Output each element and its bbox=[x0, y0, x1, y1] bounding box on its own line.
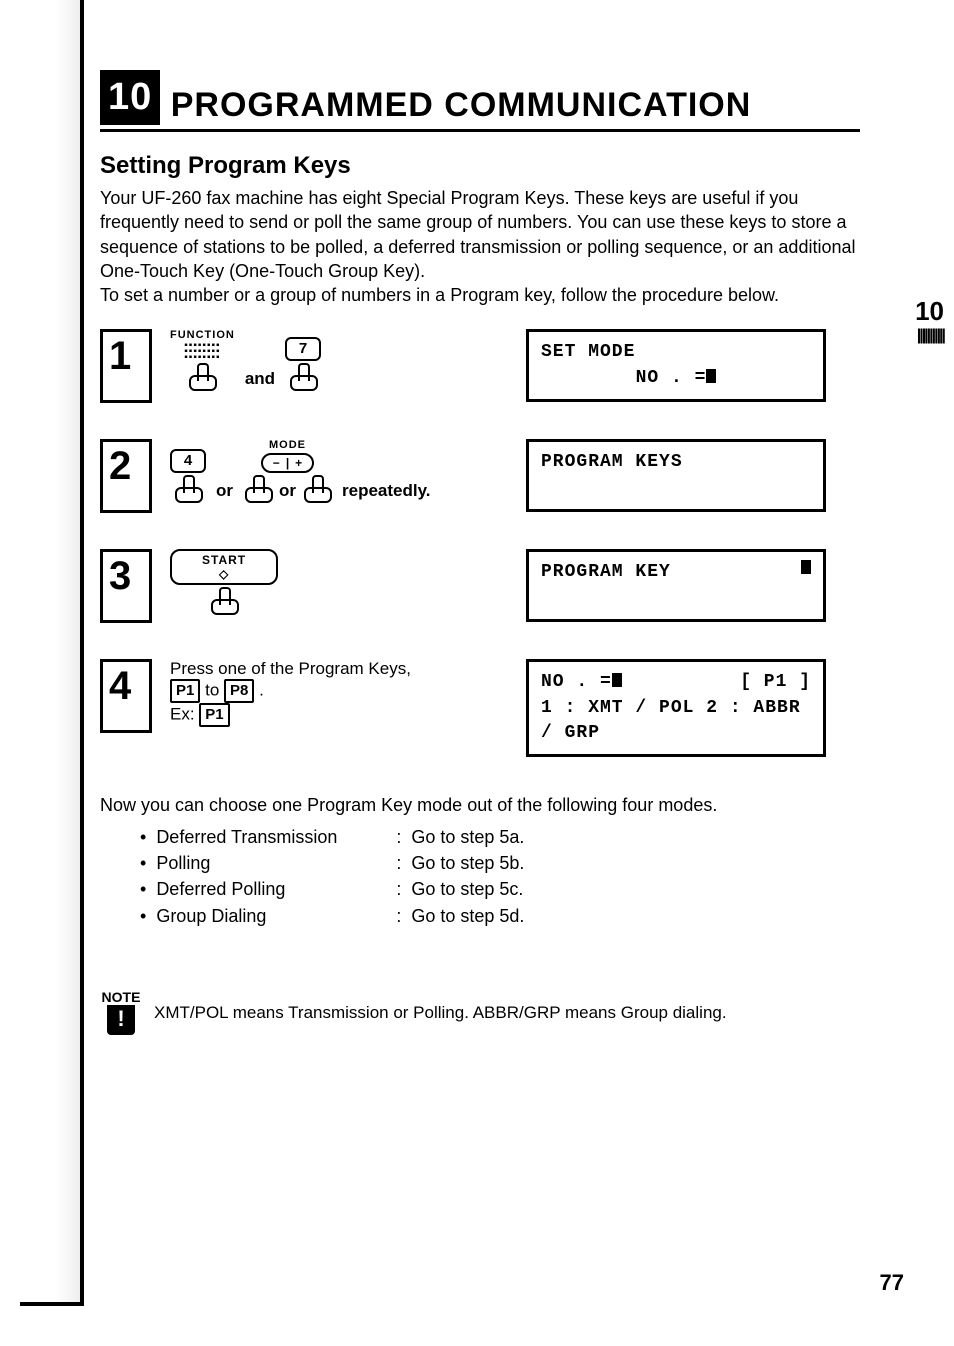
display-line1: PROGRAM KEY bbox=[541, 560, 671, 585]
to-label: to bbox=[205, 681, 219, 700]
press-hand-icon bbox=[209, 587, 239, 613]
side-tab-bars: ||||||||||| bbox=[915, 327, 944, 345]
mode-name: Deferred Polling bbox=[156, 876, 386, 902]
keypad-icon: ▪▪▪▪▪▪▪▪▪▪▪▪▪▪▪▪▪▪▪▪▪▪▪▪ bbox=[184, 343, 220, 361]
chapter-header: 10 PROGRAMMED COMMUNICATION bbox=[100, 70, 914, 132]
note-label: NOTE bbox=[102, 989, 141, 1005]
or-label: or bbox=[216, 481, 233, 501]
cursor-icon bbox=[801, 560, 811, 574]
display-line2: 1 : XMT / POL 2 : ABBR / GRP bbox=[541, 696, 811, 746]
note-block: NOTE ! XMT/POL means Transmission or Pol… bbox=[100, 989, 914, 1035]
chapter-number-badge: 10 bbox=[100, 70, 160, 125]
repeatedly-label: repeatedly. bbox=[342, 481, 431, 501]
mode-goto: Go to step 5c. bbox=[411, 876, 523, 902]
mode-goto: Go to step 5b. bbox=[411, 850, 524, 876]
mode-list: • Deferred Transmission : Go to step 5a.… bbox=[140, 824, 914, 928]
press-hand-icon bbox=[187, 363, 217, 389]
press-hand-icon bbox=[243, 475, 273, 501]
mode-rocker-key: −|+ bbox=[261, 453, 314, 473]
step-1: 1 FUNCTION ▪▪▪▪▪▪▪▪▪▪▪▪▪▪▪▪▪▪▪▪▪▪▪▪ and … bbox=[100, 329, 914, 403]
display-line1: SET MODE bbox=[541, 340, 811, 365]
cursor-icon bbox=[706, 369, 716, 383]
scan-edge bbox=[20, 0, 84, 1306]
lcd-display-3: PROGRAM KEY bbox=[526, 549, 826, 621]
key-p1-example: P1 bbox=[199, 703, 229, 727]
intro-paragraph: Your UF-260 fax machine has eight Specia… bbox=[100, 186, 860, 307]
side-tab: 10 ||||||||||| bbox=[915, 296, 944, 345]
list-item: • Group Dialing : Go to step 5d. bbox=[140, 903, 914, 929]
step-4-text: Press one of the Program Keys, P1 to P8 … bbox=[170, 659, 510, 727]
step-3: 3 START◇ PROGRAM KEY bbox=[100, 549, 914, 623]
mode-goto: Go to step 5d. bbox=[411, 903, 524, 929]
step-2: 2 4 or MODE −|+ o bbox=[100, 439, 914, 513]
press-hand-icon bbox=[173, 475, 203, 501]
display-line1-left: NO . = bbox=[541, 670, 622, 695]
section-heading: Setting Program Keys bbox=[100, 152, 914, 180]
key-p8: P8 bbox=[224, 679, 254, 703]
note-icon: NOTE ! bbox=[100, 989, 142, 1035]
side-tab-number: 10 bbox=[915, 296, 944, 327]
mode-name: Group Dialing bbox=[156, 903, 386, 929]
step-3-diagram: START◇ bbox=[170, 549, 510, 613]
step-number: 3 bbox=[100, 549, 152, 623]
key-7: 7 bbox=[285, 337, 321, 361]
list-item: • Deferred Polling : Go to step 5c. bbox=[140, 876, 914, 902]
step-number: 4 bbox=[100, 659, 152, 733]
example-label: Ex: bbox=[170, 705, 195, 724]
press-hand-icon bbox=[302, 475, 332, 501]
mode-name: Deferred Transmission bbox=[156, 824, 386, 850]
or-label: or bbox=[279, 481, 296, 501]
lcd-display-2: PROGRAM KEYS bbox=[526, 439, 826, 511]
start-key: START◇ bbox=[170, 549, 278, 585]
key-4: 4 bbox=[170, 449, 206, 473]
cursor-icon bbox=[612, 673, 622, 687]
lcd-display-4: NO . = [ P1 ] 1 : XMT / POL 2 : ABBR / G… bbox=[526, 659, 826, 757]
mode-choice-intro: Now you can choose one Program Key mode … bbox=[100, 793, 860, 818]
step-number: 2 bbox=[100, 439, 152, 513]
exclamation-icon: ! bbox=[107, 1005, 135, 1035]
step-number: 1 bbox=[100, 329, 152, 403]
chapter-rule bbox=[100, 129, 860, 132]
note-text: XMT/POL means Transmission or Polling. A… bbox=[154, 989, 727, 1023]
page-number: 77 bbox=[880, 1270, 904, 1296]
page: 10 PROGRAMMED COMMUNICATION Setting Prog… bbox=[0, 0, 954, 1346]
display-line1: PROGRAM KEYS bbox=[541, 450, 811, 475]
press-hand-icon bbox=[288, 363, 318, 389]
mode-name: Polling bbox=[156, 850, 386, 876]
display-line1-right: [ P1 ] bbox=[740, 670, 811, 695]
list-item: • Polling : Go to step 5b. bbox=[140, 850, 914, 876]
step-2-diagram: 4 or MODE −|+ or bbox=[170, 439, 510, 501]
list-item: • Deferred Transmission : Go to step 5a. bbox=[140, 824, 914, 850]
step4-instruction: Press one of the Program Keys, bbox=[170, 659, 411, 678]
key-p1: P1 bbox=[170, 679, 200, 703]
step-1-diagram: FUNCTION ▪▪▪▪▪▪▪▪▪▪▪▪▪▪▪▪▪▪▪▪▪▪▪▪ and 7 bbox=[170, 329, 510, 389]
and-label: and bbox=[245, 369, 275, 389]
display-line2: NO . = bbox=[541, 366, 811, 391]
chapter-title: PROGRAMMED COMMUNICATION bbox=[171, 86, 752, 125]
step-4: 4 Press one of the Program Keys, P1 to P… bbox=[100, 659, 914, 757]
mode-goto: Go to step 5a. bbox=[411, 824, 524, 850]
lcd-display-1: SET MODE NO . = bbox=[526, 329, 826, 401]
mode-key-label: MODE bbox=[269, 439, 306, 451]
